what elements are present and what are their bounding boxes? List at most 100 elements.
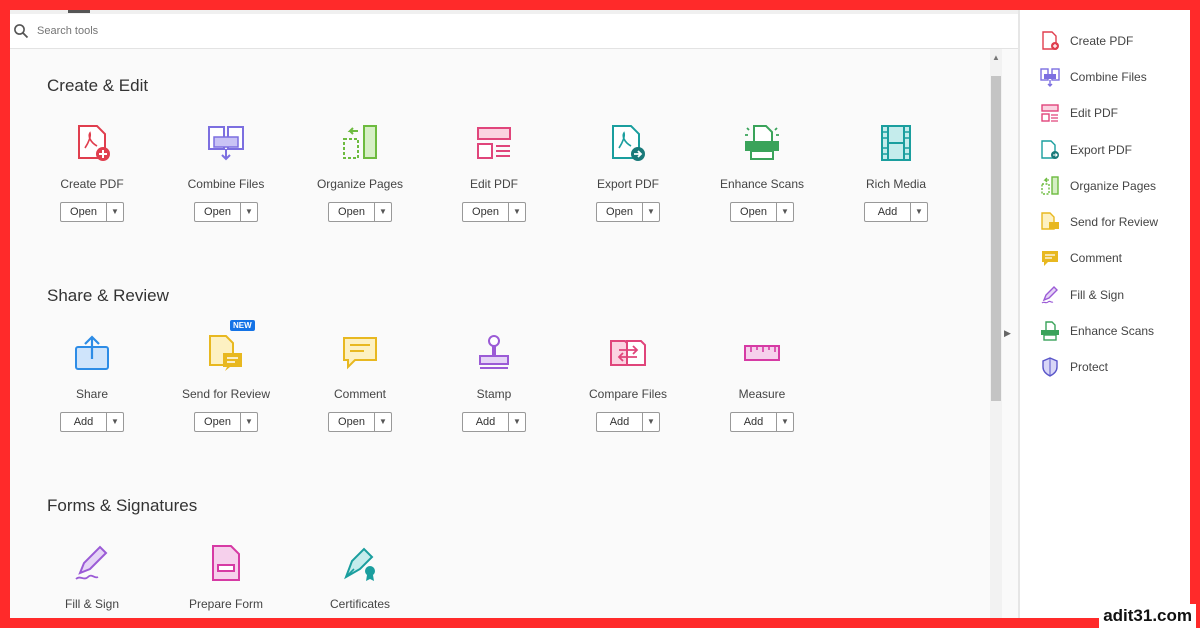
add-button[interactable]: Add ▼ xyxy=(730,412,794,432)
tool-prepare-form[interactable]: Prepare Form xyxy=(159,543,293,611)
chevron-down-icon[interactable]: ▼ xyxy=(509,413,525,431)
open-button[interactable]: Open ▼ xyxy=(194,412,258,432)
chevron-down-icon[interactable]: ▼ xyxy=(241,203,257,221)
right-item-label: Comment xyxy=(1070,251,1123,265)
tool-label: Rich Media xyxy=(865,177,927,191)
chevron-down-icon[interactable]: ▼ xyxy=(107,413,123,431)
section-title-create-edit: Create & Edit xyxy=(47,76,149,95)
tool-organize-pages[interactable]: Organize Pages Open ▼ xyxy=(293,123,427,222)
tool-compare-files[interactable]: Compare Files Add ▼ xyxy=(561,333,695,432)
right-item-label: Edit PDF xyxy=(1070,106,1119,120)
right-item-edit-pdf[interactable]: Edit PDF xyxy=(1040,101,1118,125)
search-icon xyxy=(14,24,29,39)
tool-label: Enhance Scans xyxy=(719,177,805,191)
chevron-down-icon[interactable]: ▼ xyxy=(777,413,793,431)
tool-edit-pdf[interactable]: Edit PDF Open ▼ xyxy=(427,123,561,222)
tool-label: Combine Files xyxy=(187,177,265,191)
chevron-down-icon[interactable]: ▼ xyxy=(777,203,793,221)
button-label: Open xyxy=(329,203,375,221)
right-item-label: Fill & Sign xyxy=(1070,288,1125,302)
open-button[interactable]: Open ▼ xyxy=(194,202,258,222)
chevron-down-icon[interactable]: ▼ xyxy=(107,203,123,221)
tool-share[interactable]: Share Add ▼ xyxy=(25,333,159,432)
tool-enhance-scans[interactable]: Enhance Scans Open ▼ xyxy=(695,123,829,222)
tool-measure[interactable]: Measure Add ▼ xyxy=(695,333,829,432)
chevron-down-icon[interactable]: ▼ xyxy=(509,203,525,221)
tool-fill-sign[interactable]: Fill & Sign xyxy=(25,543,159,611)
create-pdf-icon xyxy=(78,125,110,161)
right-item-send-for-review[interactable]: Send for Review xyxy=(1040,210,1158,234)
right-item-label: Protect xyxy=(1070,360,1109,374)
right-item-protect[interactable]: Protect xyxy=(1040,355,1108,379)
tool-rich-media[interactable]: Rich Media Add ▼ xyxy=(829,123,963,222)
chevron-down-icon[interactable]: ▼ xyxy=(643,203,659,221)
right-item-create-pdf[interactable]: Create PDF xyxy=(1040,29,1133,53)
compare-files-icon xyxy=(610,340,646,366)
chevron-down-icon[interactable]: ▼ xyxy=(375,413,391,431)
right-item-fill-sign[interactable]: Fill & Sign xyxy=(1040,283,1124,307)
tool-send-for-review[interactable]: NEW Send for Review Open ▼ xyxy=(159,320,293,432)
tool-certificates[interactable]: Certificates xyxy=(293,543,427,611)
button-label: Open xyxy=(731,203,777,221)
organize-pages-icon xyxy=(1041,176,1059,195)
tool-label: Create PDF xyxy=(60,177,124,191)
right-item-label: Combine Files xyxy=(1070,70,1147,84)
add-button[interactable]: Add ▼ xyxy=(462,412,526,432)
edit-pdf-icon xyxy=(477,127,511,159)
tool-comment[interactable]: Comment Open ▼ xyxy=(293,333,427,432)
prepare-form-icon xyxy=(212,545,240,581)
combine-files-icon xyxy=(1040,68,1060,87)
vertical-scrollbar[interactable]: ▲ xyxy=(990,49,1002,618)
fill-sign-icon xyxy=(75,545,108,580)
tool-export-pdf[interactable]: Export PDF Open ▼ xyxy=(561,123,695,222)
scroll-up-icon[interactable]: ▲ xyxy=(992,53,1000,62)
tool-label: Prepare Form xyxy=(188,597,264,611)
tools-center: Create & Edit Create PDF Open ▼ Combine F… xyxy=(10,49,990,618)
enhance-scans-icon xyxy=(745,125,779,160)
comment-icon xyxy=(343,337,377,370)
chevron-down-icon[interactable]: ▼ xyxy=(241,413,257,431)
section-title-forms-signatures: Forms & Signatures xyxy=(47,496,198,515)
certificates-icon xyxy=(344,547,375,581)
right-pane: Create PDF Combine Files Edit PDF Export… xyxy=(1020,10,1190,618)
combine-files-icon xyxy=(208,126,244,161)
right-item-label: Export PDF xyxy=(1070,143,1133,157)
button-label: Open xyxy=(597,203,643,221)
open-button[interactable]: Open ▼ xyxy=(596,202,660,222)
scrollbar-thumb[interactable] xyxy=(991,76,1001,401)
button-label: Add xyxy=(463,413,509,431)
open-button[interactable]: Open ▼ xyxy=(730,202,794,222)
right-item-organize-pages[interactable]: Organize Pages xyxy=(1040,174,1156,198)
tool-label: Fill & Sign xyxy=(64,597,120,611)
app-window: Create & Edit Create PDF Open▼ Combine F… xyxy=(10,10,1190,618)
protect-icon xyxy=(1042,357,1058,377)
tool-label: Certificates xyxy=(329,597,391,611)
chevron-down-icon[interactable]: ▼ xyxy=(643,413,659,431)
tool-create-pdf[interactable]: Create PDF Open ▼ xyxy=(25,123,159,222)
right-item-comment[interactable]: Comment xyxy=(1040,246,1122,270)
add-button[interactable]: Add ▼ xyxy=(596,412,660,432)
right-item-enhance-scans[interactable]: Enhance Scans xyxy=(1040,319,1154,343)
collapse-panel-icon[interactable]: ▶ xyxy=(1004,328,1011,339)
add-button[interactable]: Add ▼ xyxy=(60,412,124,432)
right-item-combine-files[interactable]: Combine Files xyxy=(1040,65,1147,89)
add-button[interactable]: Add ▼ xyxy=(864,202,928,222)
tool-stamp[interactable]: Stamp Add ▼ xyxy=(427,333,561,432)
button-label: Add xyxy=(865,203,911,221)
open-button[interactable]: Open ▼ xyxy=(328,202,392,222)
open-button[interactable]: Open ▼ xyxy=(60,202,124,222)
chevron-down-icon[interactable]: ▼ xyxy=(911,203,927,221)
search-input[interactable] xyxy=(35,24,439,38)
right-item-export-pdf[interactable]: Export PDF xyxy=(1040,138,1132,162)
tool-combine-files[interactable]: Combine Files Open ▼ xyxy=(159,123,293,222)
button-label: Open xyxy=(463,203,509,221)
share-icon xyxy=(75,335,109,370)
rich-media-icon xyxy=(881,125,911,161)
open-button[interactable]: Open ▼ xyxy=(328,412,392,432)
watermark-text: adit31.com xyxy=(1099,604,1196,628)
tool-label: Export PDF xyxy=(596,177,659,191)
button-label: Add xyxy=(61,413,107,431)
right-item-label: Enhance Scans xyxy=(1070,324,1155,338)
open-button[interactable]: Open ▼ xyxy=(462,202,526,222)
chevron-down-icon[interactable]: ▼ xyxy=(375,203,391,221)
